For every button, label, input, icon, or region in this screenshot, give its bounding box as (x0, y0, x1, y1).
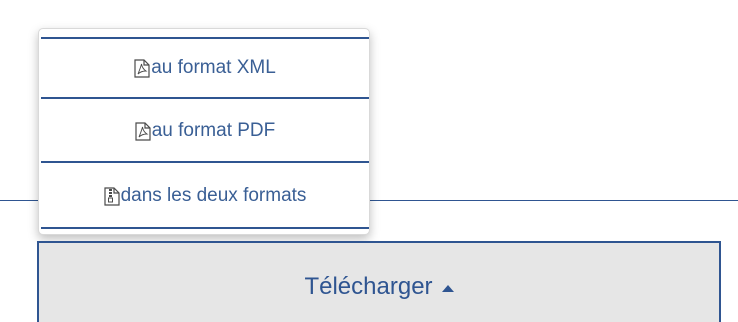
menu-item-label: dans les deux formats (120, 185, 307, 206)
archive-file-icon (103, 186, 120, 206)
download-format-menu: au format XML au format PDF dans les deu… (38, 28, 370, 235)
download-button-label: Télécharger (304, 273, 433, 300)
caret-up-icon (441, 285, 454, 292)
menu-item-xml[interactable]: au format XML (41, 37, 369, 99)
download-button[interactable]: Télécharger (37, 241, 721, 322)
download-panel: au format XML au format PDF dans les deu… (0, 0, 738, 322)
pdf-file-icon (134, 58, 150, 78)
menu-item-pdf[interactable]: au format PDF (41, 101, 369, 163)
pdf-file-icon (135, 121, 151, 141)
menu-item-label: au format PDF (151, 120, 276, 141)
menu-item-label: au format XML (151, 57, 276, 78)
menu-item-both-formats[interactable]: dans les deux formats (41, 165, 369, 229)
